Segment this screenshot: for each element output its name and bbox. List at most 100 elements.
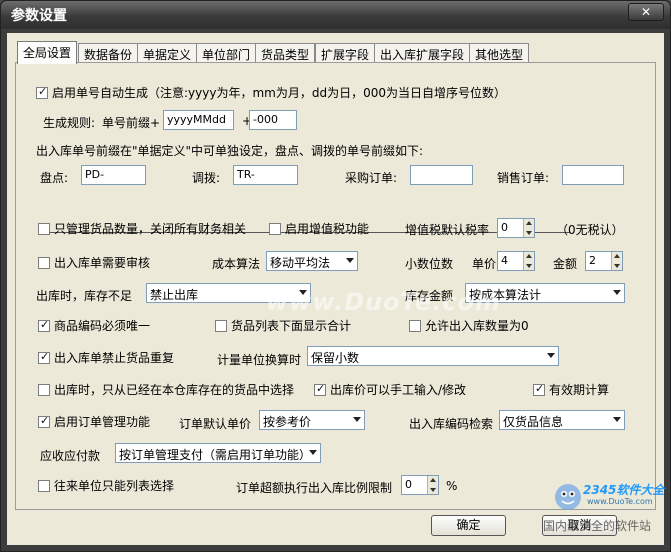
checkbox-box — [409, 319, 421, 332]
decimal-label: 小数位数 — [405, 257, 454, 271]
checkbox-box — [38, 479, 50, 492]
checkbox-box — [38, 256, 50, 269]
show-total-label: 货品列表下面显示合计 — [231, 319, 352, 333]
code-search-label: 出入库编码检索 — [409, 417, 494, 431]
cost-method-select[interactable]: 移动平均法 — [266, 251, 358, 271]
partner-only-checkbox[interactable]: 往来单位只能列表选择 — [38, 477, 174, 494]
payable-label: 应收应付款 — [40, 449, 101, 463]
allow-zero-checkbox[interactable]: 允许出入库数量为0 — [409, 317, 529, 334]
stocktake-label: 盘点: — [40, 171, 69, 185]
percent-label: % — [446, 479, 458, 493]
vat-checkbox[interactable]: 启用增值税功能 — [269, 220, 369, 237]
need-audit-checkbox[interactable]: 出入库单需要审核 — [38, 254, 150, 271]
amount-decimal-value: 2 — [589, 254, 596, 267]
checkbox-box — [314, 382, 326, 396]
unit-convert-value: 保留小数 — [311, 351, 360, 365]
code-search-value: 仅货品信息 — [503, 415, 564, 429]
show-total-checkbox[interactable]: 货品列表下面显示合计 — [215, 317, 351, 334]
stocktake-input[interactable]: PD- — [81, 165, 146, 185]
tab-global[interactable]: 全局设置 — [17, 41, 78, 64]
vat-label: 启用增值税功能 — [285, 222, 370, 236]
vat-rate-note: （0无税认） — [556, 223, 624, 237]
unit-price-decimal-value: 4 — [501, 254, 508, 267]
transfer-input[interactable]: TR- — [233, 165, 298, 185]
expiry-checkbox[interactable]: 有效期计算 — [533, 381, 609, 398]
title-bar: 参数设置 ✕ — [1, 1, 670, 29]
auto-gen-label: 启用单号自动生成（注意:yyyy为年，mm为月，dd为日，000为当日自增序号位… — [52, 86, 506, 100]
close-icon: ✕ — [640, 5, 652, 19]
tab-units[interactable]: 单位部门 — [196, 43, 257, 63]
tab-ext-fields[interactable]: 扩展字段 — [315, 43, 376, 63]
order-price-label: 订单默认单价 — [179, 417, 252, 431]
prefix-input[interactable]: yyyyMMdd — [163, 110, 234, 130]
rule-label: 生成规则: — [43, 116, 96, 130]
dropdown-arrow-icon — [613, 290, 621, 295]
need-audit-label: 出入库单需要审核 — [54, 256, 151, 270]
spin-arrows-icon[interactable] — [611, 252, 622, 270]
tab-io-ext-fields[interactable]: 出入库扩展字段 — [374, 43, 471, 63]
checkbox-box — [38, 414, 50, 428]
over-ratio-value: 0 — [405, 478, 412, 491]
ok-button[interactable]: 确定 — [431, 515, 506, 536]
checkbox-box — [38, 318, 50, 332]
dropdown-arrow-icon — [613, 417, 621, 422]
order-mgmt-checkbox[interactable]: 启用订单管理功能 — [38, 413, 150, 430]
settings-window: 参数设置 ✕ 全局设置 数据备份 单据定义 单位部门 货品类型 扩展字段 出入库… — [0, 0, 671, 552]
brand-name: 2345软件大全 — [583, 483, 665, 497]
spin-arrows-icon[interactable] — [523, 219, 534, 237]
checkbox-box — [38, 222, 50, 235]
tab-backup[interactable]: 数据备份 — [78, 43, 139, 63]
seq-input[interactable]: -000 — [249, 110, 297, 130]
no-dup-checkbox[interactable]: 出入库单禁止货品重复 — [38, 349, 174, 366]
no-dup-label: 出入库单禁止货品重复 — [54, 351, 175, 365]
only-in-stock-checkbox[interactable]: 出库时，只从已经在本仓库存在的货品中选择 — [38, 381, 294, 398]
payable-select[interactable]: 按订单管理支付（需启用订单功能） — [115, 443, 321, 463]
tab-other[interactable]: 其他选型 — [469, 43, 530, 63]
watermark-text: www.DuoTe.com — [266, 288, 501, 316]
checkbox-box — [38, 350, 50, 364]
code-unique-checkbox[interactable]: 商品编码必须唯一 — [38, 317, 150, 334]
payable-value: 按订单管理支付（需启用订单功能） — [119, 448, 312, 462]
tab-doc-def[interactable]: 单据定义 — [137, 43, 198, 63]
code-search-select[interactable]: 仅货品信息 — [499, 410, 625, 430]
cost-method-label: 成本算法 — [212, 257, 261, 271]
purchase-label: 采购订单: — [345, 171, 398, 185]
close-button[interactable]: ✕ — [628, 3, 664, 21]
global-settings-panel: 启用单号自动生成（注意:yyyy为年，mm为月，dd为日，000为当日自增序号位… — [15, 62, 656, 510]
manual-price-label: 出库价可以手工输入/修改 — [330, 383, 467, 397]
brand-url: www.DuoTe.com — [587, 497, 653, 506]
window-title: 参数设置 — [11, 8, 67, 24]
code-unique-label: 商品编码必须唯一 — [54, 319, 151, 333]
spin-arrows-icon[interactable] — [523, 252, 534, 270]
tab-goods-type[interactable]: 货品类型 — [255, 43, 316, 63]
checkbox-box — [533, 382, 545, 396]
unit-convert-select[interactable]: 保留小数 — [307, 346, 559, 366]
only-in-stock-label: 出库时，只从已经在本仓库存在的货品中选择 — [54, 383, 295, 397]
order-price-value: 按参考价 — [263, 415, 312, 429]
vat-rate-value: 0 — [501, 221, 508, 234]
dropdown-arrow-icon — [309, 450, 317, 455]
mascot-icon — [555, 484, 581, 510]
transfer-label: 调拨: — [192, 171, 221, 185]
only-qty-checkbox[interactable]: 只管理货品数量，关闭所有财务相关 — [38, 220, 246, 237]
brand-slogan: 国内最安全的软件站 — [543, 519, 652, 533]
sales-input[interactable] — [562, 165, 624, 185]
cost-method-value: 移动平均法 — [270, 256, 331, 270]
only-qty-label: 只管理货品数量，关闭所有财务相关 — [54, 222, 247, 236]
dialog-client: 全局设置 数据备份 单据定义 单位部门 货品类型 扩展字段 出入库扩展字段 其他… — [7, 33, 664, 545]
amount-decimal-label: 金额 — [553, 257, 578, 271]
checkbox-box — [215, 319, 227, 332]
checkbox-box — [269, 222, 281, 235]
dropdown-arrow-icon — [346, 258, 354, 263]
checkbox-box — [36, 85, 48, 99]
order-price-select[interactable]: 按参考价 — [259, 410, 365, 430]
prefix-label: 单号前缀+ — [102, 116, 161, 130]
purchase-input[interactable] — [410, 165, 473, 185]
vat-rate-spinner[interactable]: 0 — [497, 218, 535, 238]
unit-price-spinner[interactable]: 4 — [497, 251, 535, 271]
amount-spinner[interactable]: 2 — [585, 251, 623, 271]
manual-price-checkbox[interactable]: 出库价可以手工输入/修改 — [314, 381, 466, 398]
auto-gen-checkbox[interactable]: 启用单号自动生成（注意:yyyy为年，mm为月，dd为日，000为当日自增序号位… — [36, 84, 506, 101]
spin-arrows-icon[interactable] — [427, 476, 438, 494]
over-ratio-spinner[interactable]: 0 — [401, 475, 439, 495]
